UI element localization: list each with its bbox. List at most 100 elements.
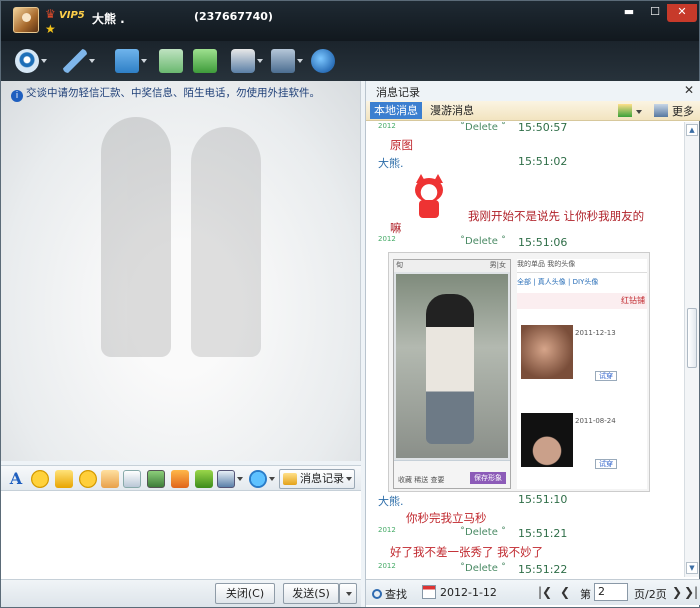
qq-chat-window: ♛ ★ VIP5 大熊 . (237667740) ▬ ☐ ✕ i 交谈中请勿轻…: [0, 0, 700, 608]
web-button[interactable]: [305, 48, 343, 74]
scroll-up-button[interactable]: ▲: [686, 124, 698, 136]
cat-emoticon-icon: [411, 174, 447, 220]
apps-button[interactable]: [225, 48, 263, 74]
chevron-down-icon[interactable]: [297, 59, 303, 63]
minimize-button[interactable]: ▬: [615, 4, 643, 22]
settings-button[interactable]: [265, 48, 303, 74]
format-toolbar: A 消息记录: [1, 465, 361, 491]
message-text: 你秒完我立马秒: [406, 511, 487, 525]
globe-icon: [311, 49, 335, 73]
contact-avatar[interactable]: [13, 7, 39, 33]
nudge-icon[interactable]: [101, 470, 119, 488]
page-number-input[interactable]: 2: [594, 583, 628, 601]
page-label: 第: [580, 588, 591, 601]
message-time: 15:51:02: [518, 155, 568, 168]
send-bar: 关闭(C) 发送(S): [1, 579, 361, 607]
close-window-button[interactable]: ✕: [667, 4, 697, 22]
send-options-button[interactable]: [339, 583, 357, 604]
font-icon[interactable]: A: [7, 470, 25, 488]
history-tabs: 本地消息 漫游消息 更多: [366, 101, 700, 121]
screenshot-icon[interactable]: [217, 470, 235, 488]
screenshot-tabs: 我的单品 我的头像: [517, 259, 647, 273]
chevron-down-icon[interactable]: [346, 477, 352, 481]
tab-local-messages[interactable]: 本地消息: [370, 102, 422, 119]
tab-roaming-messages[interactable]: 漫游消息: [426, 102, 478, 119]
chat-display-area[interactable]: i 交谈中请勿轻信汇款、中奖信息、陌生电话，勿使用外挂软件。: [1, 81, 361, 461]
message-input[interactable]: [1, 491, 361, 579]
title-bar[interactable]: ♛ ★ VIP5 大熊 . (237667740) ▬ ☐ ✕: [1, 1, 699, 41]
history-date[interactable]: 2012-1-12: [440, 586, 497, 599]
find-button[interactable]: 查找: [372, 586, 407, 602]
chevron-down-icon[interactable]: [141, 59, 147, 63]
message-time: 15:51:10: [518, 493, 568, 506]
main-toolbar: [1, 41, 699, 81]
security-notice-text: 交谈中请勿轻信汇款、中奖信息、陌生电话，勿使用外挂软件。: [26, 87, 320, 99]
close-icon[interactable]: ✕: [684, 83, 694, 97]
star-icon: ★: [45, 22, 56, 36]
close-button[interactable]: 关闭(C): [215, 583, 275, 604]
wink-icon[interactable]: [79, 470, 97, 488]
voice-call-button[interactable]: [57, 48, 95, 74]
chevron-down-icon[interactable]: [89, 59, 95, 63]
first-page-button[interactable]: |❮: [538, 585, 552, 599]
message-text: 原图: [390, 138, 413, 152]
speaker-icon[interactable]: [654, 104, 668, 117]
contact-nickname[interactable]: 大熊 .: [92, 10, 125, 27]
background-figure: [101, 117, 171, 357]
last-page-button[interactable]: ❯|: [684, 585, 698, 599]
screenshot-text: 旬: [396, 261, 403, 269]
background-image: [71, 117, 291, 377]
chevron-down-icon[interactable]: [257, 59, 263, 63]
screenshot-date: 2011-12-13: [575, 329, 616, 337]
screenshot-topbar: 旬 男|女: [394, 260, 510, 272]
image-icon[interactable]: [147, 470, 165, 488]
message-sender: 大熊.: [378, 495, 404, 508]
send-icon: [193, 49, 217, 73]
contact-qq-number: (237667740): [194, 10, 273, 23]
message-year: 2012: [378, 526, 396, 534]
delete-tag: ˚Delete ˚: [460, 122, 507, 133]
send-button[interactable]: 发送(S): [283, 583, 339, 604]
emoticon-icon[interactable]: [31, 470, 49, 488]
video-call-button[interactable]: [9, 48, 47, 74]
message-time: 15:51:22: [518, 563, 568, 576]
scroll-down-button[interactable]: ▼: [686, 562, 698, 574]
send-file-button[interactable]: [109, 48, 147, 74]
message-year: 2012: [378, 562, 396, 570]
vip-badge[interactable]: VIP5: [59, 10, 85, 21]
handwriting-icon[interactable]: [123, 470, 141, 488]
message-record-label: 消息记录: [300, 472, 344, 485]
history-list[interactable]: 2012 ˚Delete ˚ 15:50:57 原图 大熊. 15:51:02 …: [366, 122, 684, 577]
chevron-down-icon[interactable]: [41, 59, 47, 63]
cat-head: [415, 178, 443, 202]
screen-share-icon: [159, 49, 183, 73]
scroll-thumb[interactable]: [687, 308, 697, 368]
maximize-button[interactable]: ☐: [641, 4, 669, 22]
message-record-button[interactable]: 消息记录: [279, 469, 355, 489]
screenshot-date: 2011-08-24: [575, 417, 616, 425]
export-icon[interactable]: [618, 104, 632, 117]
chevron-down-icon[interactable]: [269, 477, 275, 481]
background-figure: [191, 127, 261, 357]
gift-icon[interactable]: [195, 470, 213, 488]
message-record-icon: [283, 473, 297, 485]
microphone-icon: [63, 49, 87, 73]
shared-screenshot[interactable]: 旬 男|女 收藏 稀送 查要 保存形象 我的单品 我的头像 全部 | 真人头像 …: [388, 252, 650, 492]
shake-icon[interactable]: [249, 470, 267, 488]
remote-assist-button[interactable]: [153, 48, 191, 74]
history-title: 消息记录: [376, 86, 420, 99]
chevron-down-icon[interactable]: [636, 110, 642, 114]
history-scrollbar[interactable]: ▲ ▼: [684, 122, 699, 577]
music-icon[interactable]: [171, 470, 189, 488]
send-message-button[interactable]: [187, 48, 225, 74]
webcam-icon: [15, 49, 39, 73]
prev-page-button[interactable]: ❮: [560, 585, 570, 599]
avatar-thumbnail: [521, 413, 573, 467]
history-tools: 更多: [618, 103, 698, 119]
next-page-button[interactable]: ❯: [672, 585, 682, 599]
more-button[interactable]: 更多: [672, 103, 694, 119]
chevron-down-icon[interactable]: [237, 477, 243, 481]
magic-emoticon-icon[interactable]: [55, 470, 73, 488]
calendar-icon[interactable]: [422, 585, 436, 599]
apps-icon: [231, 49, 255, 73]
